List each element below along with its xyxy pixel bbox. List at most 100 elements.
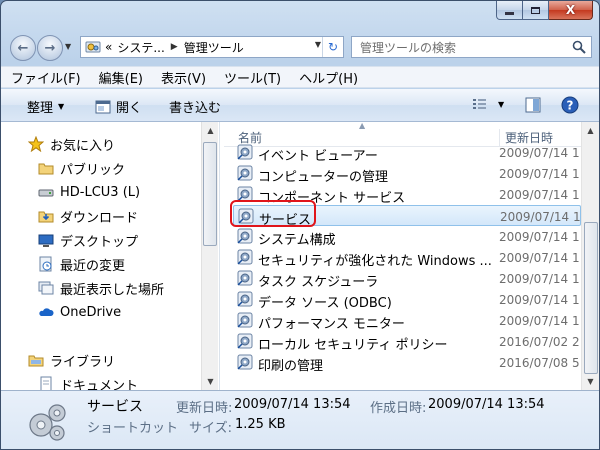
menu-bar: ファイル(F) 編集(E) 表示(V) ツール(T) ヘルプ(H) [1,66,599,88]
control-panel-icon [85,41,101,53]
nav-item-onedrive[interactable]: OneDrive [38,301,121,323]
scroll-down-icon[interactable]: ▼ [582,373,599,390]
scroll-up-icon[interactable]: ▲ [582,122,599,139]
file-row[interactable]: タスク スケジューラ 2009/07/14 1 [233,268,581,290]
view-icon [473,99,486,109]
nav-item-favorites[interactable]: お気に入り [28,133,115,155]
file-modified-date: 2009/07/14 1 [499,293,580,307]
address-overflow[interactable]: « [105,40,112,54]
nav-item-documents[interactable]: ドキュメント [38,373,138,390]
annotation-highlight-box [230,200,316,227]
recent-changes-icon [39,256,52,272]
navigation-scroll-thumb[interactable] [203,142,217,246]
menu-help[interactable]: ヘルプ(H) [299,68,358,87]
nav-label: OneDrive [60,304,122,320]
file-modified-date: 2009/07/14 1 [499,146,580,160]
admin-tool-shortcut-icon [237,354,253,370]
scroll-down-icon[interactable]: ▼ [202,373,219,390]
search-placeholder: 管理ツールの検索 [360,40,457,55]
refresh-icon: ↻ [327,40,339,54]
help-button[interactable]: ? [561,96,579,114]
burn-button[interactable]: 書き込む [169,97,221,116]
recent-pages-dropdown[interactable]: ▼ [65,42,71,51]
organize-button[interactable]: 整理 ▼ [27,97,64,116]
nav-item-desktop[interactable]: デスクトップ [38,229,138,251]
file-modified-date: 2009/07/14 1 [499,230,580,244]
nav-item-libraries[interactable]: ライブラリ [28,349,115,371]
back-button[interactable]: ← [10,35,36,61]
file-row[interactable]: データ ソース (ODBC) 2009/07/14 1 [233,289,581,311]
minimize-icon [505,11,514,15]
nav-label: パブリック [60,162,126,178]
nav-item-downloads[interactable]: ダウンロード [38,205,138,227]
menu-tools[interactable]: ツール(T) [224,68,281,87]
explorer-window: X ← → ▼ « システ... ▶ 管理ツール ▼ ↻ 管理ツールの検索 ファ… [0,0,600,450]
star-icon [28,136,44,152]
nav-item-recent-changes[interactable]: 最近の変更 [38,253,125,275]
search-input[interactable]: 管理ツールの検索 [351,36,592,58]
navigation-pane: お気に入り パブリック HD-LCU3 (L) ダウンロード デスクトップ 最近… [1,122,219,390]
burn-label: 書き込む [169,101,222,116]
organize-dropdown-icon: ▼ [58,102,65,111]
desktop-icon [38,234,54,247]
maximize-button[interactable] [523,1,549,20]
file-row[interactable]: コンピューターの管理 2009/07/14 1 [233,163,581,185]
details-modified-value: 2009/07/14 13:54 [234,397,351,412]
organize-label: 整理 [27,101,54,116]
scroll-up-icon[interactable]: ▲ [202,122,219,139]
breadcrumb-admin-tools[interactable]: 管理ツール [184,39,244,56]
file-row[interactable]: イベント ビューアー 2009/07/14 1 [233,142,581,164]
address-dropdown-icon[interactable]: ▼ [315,40,321,49]
file-row[interactable]: 印刷の管理 2016/07/08 5 [233,352,581,374]
nav-label: HD-LCU3 (L) [60,184,141,200]
file-name: イベント ビューアー [258,149,378,164]
svg-text:?: ? [567,99,574,113]
file-row[interactable]: ローカル セキュリティ ポリシー 2016/07/02 2 [233,331,581,353]
help-icon: ? [561,96,579,114]
file-modified-date: 2009/07/14 1 [500,210,581,224]
minimize-button[interactable] [496,1,523,20]
file-row[interactable]: セキュリティが強化された Windows ... 2009/07/14 1 [233,247,581,269]
open-button[interactable]: 開く [95,97,142,116]
preview-pane-button[interactable] [525,97,541,113]
breadcrumb-system[interactable]: システ... [117,39,164,56]
address-bar[interactable]: « システ... ▶ 管理ツール ▼ ↻ [80,36,344,58]
file-name: データ ソース (ODBC) [258,296,392,311]
details-size-value: 1.25 KB [235,417,286,432]
open-label: 開く [116,101,143,116]
details-filetype: ショートカット [87,421,179,436]
file-row[interactable]: パフォーマンス モニター 2009/07/14 1 [233,310,581,332]
forward-arrow-icon: → [44,40,56,56]
maximize-icon [531,6,540,14]
admin-tool-shortcut-icon [237,249,253,265]
file-modified-date: 2009/07/14 1 [499,314,580,328]
file-list-scroll-thumb[interactable] [584,222,598,374]
folder-icon [38,163,54,175]
breadcrumb-separator-icon[interactable]: ▶ [171,42,178,52]
menu-file[interactable]: ファイル(F) [11,68,81,87]
close-icon: X [565,3,576,17]
navigation-scrollbar[interactable]: ▲ ▼ [201,122,218,390]
details-created-label: 作成日時: [370,401,427,416]
file-name: パフォーマンス モニター [258,317,405,332]
change-view-button[interactable]: ▼ [472,97,504,111]
menu-view[interactable]: 表示(V) [161,68,206,87]
nav-item-recent-places[interactable]: 最近表示した場所 [38,277,164,299]
menu-edit[interactable]: 編集(E) [99,68,143,87]
file-list-scrollbar[interactable]: ▲ ▼ [581,122,599,390]
forward-button[interactable]: → [37,35,63,61]
file-row[interactable]: システム構成 2009/07/14 1 [233,226,581,248]
view-dropdown-icon[interactable]: ▼ [498,100,504,109]
nav-label: 最近表示した場所 [60,282,165,298]
refresh-button[interactable]: ↻ [322,37,343,57]
admin-tool-shortcut-icon [237,291,253,307]
file-modified-date: 2009/07/14 1 [499,272,580,286]
search-icon[interactable] [572,40,586,54]
nav-item-public[interactable]: パブリック [38,157,125,179]
close-button[interactable]: X [549,1,593,20]
nav-label: 最近の変更 [60,258,126,274]
details-size-label: サイズ: [189,421,232,436]
download-folder-icon [38,211,54,223]
file-name: ローカル セキュリティ ポリシー [258,338,448,353]
nav-item-drive[interactable]: HD-LCU3 (L) [38,181,140,203]
